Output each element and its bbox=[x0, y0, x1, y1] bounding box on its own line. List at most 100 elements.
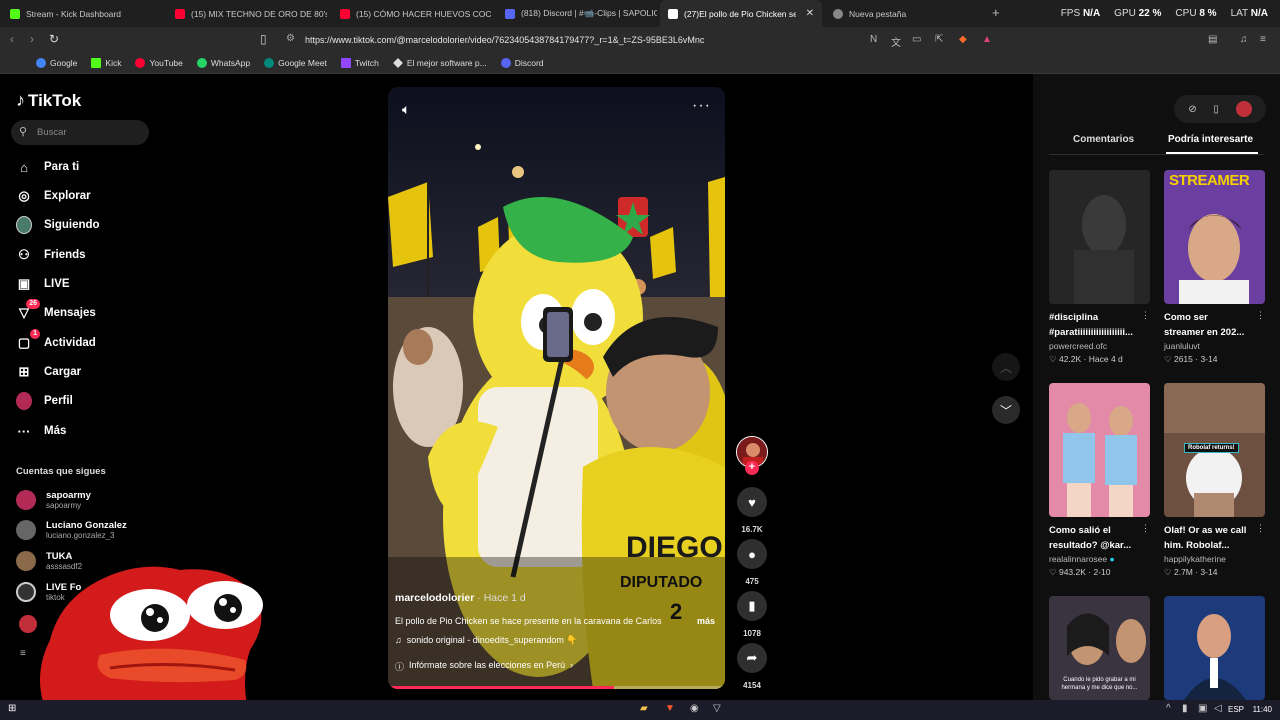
user-avatar[interactable] bbox=[1235, 101, 1252, 117]
start-icon[interactable]: ⊞ bbox=[8, 703, 16, 714]
translate-icon[interactable]: 文 bbox=[891, 34, 901, 49]
description-more-link[interactable]: más bbox=[697, 616, 715, 626]
nav-mensajes[interactable]: ▽ 26 Mensajes bbox=[16, 299, 96, 321]
card-author[interactable]: happilykatherine bbox=[1164, 553, 1265, 566]
video-thumbnail[interactable] bbox=[1049, 170, 1150, 304]
video-music[interactable]: ♫ sonido original - dinoedits_superandom … bbox=[395, 635, 578, 646]
tray-chevron-icon[interactable]: ^ bbox=[1166, 703, 1171, 714]
bookmark-kick[interactable]: Kick bbox=[91, 58, 121, 68]
nav-explorar[interactable]: ◎ Explorar bbox=[16, 188, 90, 204]
new-tab-button[interactable]: + bbox=[992, 5, 1000, 20]
site-info-icon[interactable]: ⚙ bbox=[286, 33, 295, 44]
sidebar-toggle-icon[interactable]: ▤ bbox=[1208, 34, 1217, 45]
next-video-button[interactable]: ﹀ bbox=[992, 396, 1020, 424]
tab-discord[interactable]: (818) Discord | #📹-Clips | SAPOLIOS bbox=[497, 0, 657, 27]
volume-icon[interactable]: 🔈︎ bbox=[402, 101, 410, 118]
video-thumbnail[interactable]: Cuando le pido grabar a mi hermana y me … bbox=[1049, 596, 1150, 700]
reload-icon[interactable]: ↻ bbox=[49, 32, 59, 46]
nav-siguiendo[interactable]: Siguiendo bbox=[16, 216, 100, 234]
heart-icon[interactable]: ♥ bbox=[737, 487, 767, 517]
file-explorer-icon[interactable]: ▰ bbox=[640, 703, 648, 714]
nav-para-ti[interactable]: ⌂ Para ti bbox=[16, 159, 79, 175]
nav-perfil[interactable]: Perfil bbox=[16, 392, 73, 410]
card-menu-icon[interactable]: ⋮ bbox=[1141, 310, 1150, 321]
brave-rewards-icon[interactable]: ▲ bbox=[982, 34, 992, 45]
network-icon[interactable]: ▣ bbox=[1198, 703, 1207, 714]
following-account[interactable]: Luciano Gonzalez luciano.gonzalez_3 bbox=[16, 520, 127, 540]
clock[interactable]: 11:40 bbox=[1253, 705, 1272, 714]
bookmark-page-icon[interactable]: ▯ bbox=[260, 32, 267, 46]
bookmark-youtube[interactable]: YouTube bbox=[135, 58, 183, 68]
nav-friends[interactable]: ⚇ Friends bbox=[16, 247, 85, 263]
forward-icon[interactable]: › bbox=[30, 32, 34, 46]
previous-video-button[interactable]: ︿ bbox=[992, 353, 1020, 381]
recommended-video-card[interactable] bbox=[1164, 596, 1265, 700]
brave-shield-icon[interactable]: ◆ bbox=[959, 34, 967, 45]
follow-button[interactable]: + bbox=[745, 461, 759, 475]
tab-youtube-huevos[interactable]: (15) CÓMO HACER HUEVOS COCIDO bbox=[332, 0, 492, 27]
bookmark-google[interactable]: Google bbox=[36, 58, 77, 68]
vpn-icon[interactable]: ▽ bbox=[713, 703, 721, 714]
following-account[interactable]: sapoarmy sapoarmy bbox=[16, 490, 91, 510]
obs-icon[interactable]: ◉ bbox=[690, 703, 699, 714]
video-thumbnail[interactable] bbox=[1164, 596, 1265, 700]
tab-tiktok-active[interactable]: (27)El pollo de Pio Chicken se ✕ bbox=[660, 0, 822, 27]
bookmark-twitch[interactable]: Twitch bbox=[340, 58, 379, 68]
comment-action[interactable]: ● 475 bbox=[737, 539, 767, 586]
video-progress-bar[interactable] bbox=[388, 686, 725, 689]
tab-kick-dashboard[interactable]: Stream - Kick Dashboard bbox=[2, 0, 162, 27]
recommended-video-card[interactable]: Robolaf returns! Olaf! Or as we call him… bbox=[1164, 383, 1265, 579]
tab-youtube-mix-techno[interactable]: (15) MIX TECHNO DE ORO DE 80's & bbox=[167, 0, 327, 27]
share-action[interactable]: ➦ 4154 bbox=[737, 643, 767, 690]
save-action[interactable]: ▮ 1078 bbox=[737, 591, 767, 638]
election-info-link[interactable]: ⓘ Infórmate sobre las elecciones en Perú › bbox=[395, 660, 573, 673]
share-arrow-icon[interactable]: ➦ bbox=[737, 643, 767, 673]
language-indicator[interactable]: ESP bbox=[1228, 705, 1244, 714]
video-options-icon[interactable]: ··· bbox=[692, 97, 711, 115]
comment-icon[interactable]: ● bbox=[737, 539, 767, 569]
search-input[interactable]: ⚲ Buscar bbox=[11, 120, 149, 145]
bookmark-whatsapp[interactable]: WhatsApp bbox=[196, 58, 250, 68]
card-menu-icon[interactable]: ⋮ bbox=[1141, 523, 1150, 534]
share-icon[interactable]: ⇱ bbox=[935, 34, 943, 45]
recommended-video-card[interactable]: Como salió el resultado? @kar... ⋮ reala… bbox=[1049, 383, 1150, 579]
bookmark-icon[interactable]: ▮ bbox=[737, 591, 767, 621]
tab-comentarios[interactable]: Comentarios bbox=[1073, 134, 1134, 145]
tab-podria-interesarte[interactable]: Podría interesarte bbox=[1168, 134, 1253, 145]
recommended-video-card[interactable]: Cuando le pido grabar a mi hermana y me … bbox=[1049, 596, 1150, 700]
compass-icon[interactable]: ⊘ bbox=[1188, 104, 1196, 115]
volume-tray-icon[interactable]: ◁ bbox=[1214, 703, 1222, 714]
nav-live[interactable]: ▣ LIVE bbox=[16, 276, 70, 292]
mic-icon[interactable]: ▮ bbox=[1182, 703, 1188, 714]
card-author[interactable]: realalinnarosee ● bbox=[1049, 553, 1150, 566]
nav-cargar[interactable]: ⊞ Cargar bbox=[16, 364, 82, 380]
tab-new-tab[interactable]: Nueva pestaña bbox=[825, 0, 985, 27]
cast-icon[interactable]: ▭ bbox=[912, 34, 921, 45]
recommended-video-card[interactable]: STREAMER Como ser streamer en 202... ⋮ j… bbox=[1164, 170, 1265, 366]
card-author[interactable]: juanluluvt bbox=[1164, 340, 1265, 353]
phone-icon[interactable]: ▯ bbox=[1213, 104, 1219, 115]
recommended-video-card[interactable]: #disciplina #paratiiiiiiiiiiiiiiiiii... … bbox=[1049, 170, 1150, 366]
close-tab-icon[interactable]: ✕ bbox=[806, 8, 814, 19]
back-icon[interactable]: ‹ bbox=[10, 32, 14, 46]
card-menu-icon[interactable]: ⋮ bbox=[1256, 310, 1265, 321]
video-player[interactable]: DIEGO DIPUTADO 2 🔈︎ ··· marcelodolorier … bbox=[388, 87, 725, 689]
nav-actividad[interactable]: ▢ 1 Actividad bbox=[16, 329, 96, 351]
tiktok-logo[interactable]: ♪ TikTok bbox=[16, 90, 81, 111]
bookmark-google-meet[interactable]: Google Meet bbox=[264, 58, 327, 68]
video-author[interactable]: marcelodolorier · Hace 1 d bbox=[395, 592, 526, 604]
reader-icon[interactable]: N bbox=[870, 34, 877, 45]
video-thumbnail[interactable]: Robolaf returns! bbox=[1164, 383, 1265, 517]
menu-icon[interactable]: ≡ bbox=[1260, 34, 1266, 45]
video-thumbnail[interactable] bbox=[1049, 383, 1150, 517]
url-text[interactable]: https://www.tiktok.com/@marcelodolorier/… bbox=[305, 35, 704, 45]
nav-mas[interactable]: ··· Más bbox=[16, 423, 67, 439]
media-icon[interactable]: ♫ bbox=[1240, 34, 1248, 45]
like-action[interactable]: ♥ 16.7K bbox=[737, 487, 767, 534]
video-thumbnail[interactable]: STREAMER bbox=[1164, 170, 1265, 304]
bookmark-discord[interactable]: Discord bbox=[500, 58, 544, 68]
card-menu-icon[interactable]: ⋮ bbox=[1256, 523, 1265, 534]
bookmark-software[interactable]: El mejor software p... bbox=[392, 58, 487, 68]
brave-browser-icon[interactable]: ▼ bbox=[665, 703, 675, 714]
card-author[interactable]: powercreed.ofc bbox=[1049, 340, 1150, 353]
